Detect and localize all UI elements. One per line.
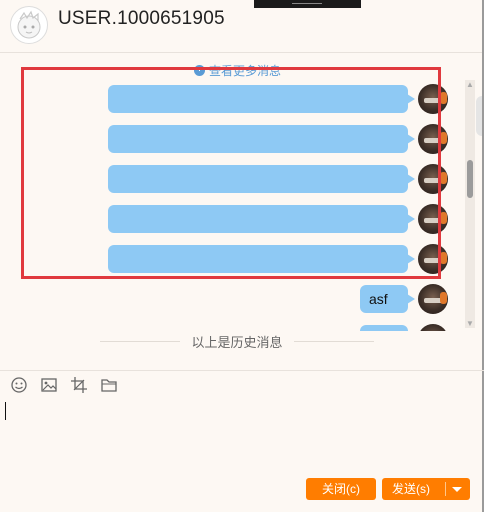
send-button[interactable]: 发送(s) xyxy=(382,478,470,500)
send-button-divider xyxy=(445,482,446,496)
message-row: asf xyxy=(0,283,460,315)
image-icon[interactable] xyxy=(40,376,58,394)
message-bubble[interactable] xyxy=(360,325,408,331)
sender-avatar[interactable] xyxy=(418,284,448,314)
screenshot-crop-icon[interactable] xyxy=(70,376,88,394)
emoji-icon[interactable] xyxy=(10,376,28,394)
chevron-down-icon[interactable] xyxy=(452,487,462,492)
chat-title: USER.1000651905 xyxy=(58,8,225,29)
window-drag-bar[interactable] xyxy=(254,0,361,8)
separator-line xyxy=(294,341,374,342)
cartoon-avatar-icon xyxy=(17,10,41,39)
side-panel-handle[interactable] xyxy=(476,96,482,136)
input-toolbar xyxy=(10,376,118,396)
user-avatar[interactable] xyxy=(10,6,48,44)
message-scrollbar[interactable]: ▲ ▼ xyxy=(465,80,475,328)
close-button[interactable]: 关闭(c) xyxy=(306,478,376,500)
folder-icon[interactable] xyxy=(100,376,118,394)
sender-avatar[interactable] xyxy=(418,324,448,331)
input-divider xyxy=(0,370,484,371)
message-row xyxy=(0,323,460,331)
highlight-box xyxy=(21,67,441,279)
scroll-up-icon[interactable]: ▲ xyxy=(466,80,474,89)
send-button-label: 发送(s) xyxy=(392,482,430,496)
drag-bar-grip xyxy=(292,3,322,4)
header-divider xyxy=(0,52,484,53)
message-bubble[interactable]: asf xyxy=(360,285,415,313)
history-separator: 以上是历史消息 xyxy=(100,332,374,350)
scroll-down-icon[interactable]: ▼ xyxy=(466,319,474,328)
chat-header: USER.1000651905 xyxy=(0,0,484,52)
text-input-cursor[interactable] xyxy=(5,402,6,420)
scrollbar-thumb[interactable] xyxy=(467,160,473,198)
